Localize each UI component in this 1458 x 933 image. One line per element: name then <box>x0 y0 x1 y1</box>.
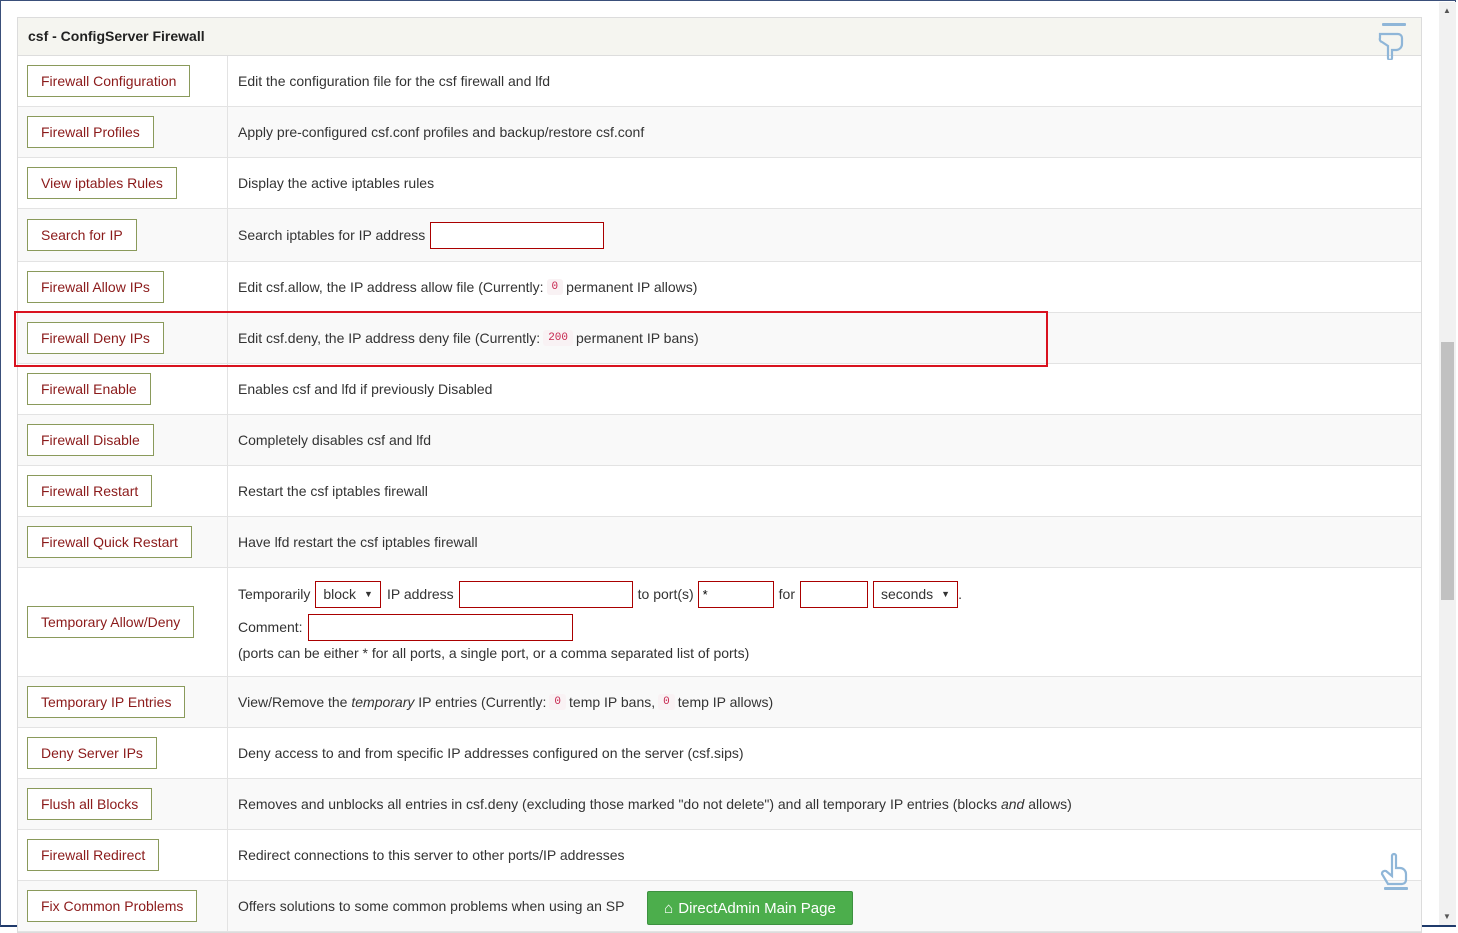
flush-desc-pre: Removes and unblocks all entries in csf.… <box>238 796 998 812</box>
row-description: Edit csf.allow, the IP address allow fil… <box>228 262 697 312</box>
row-description: Have lfd restart the csf iptables firewa… <box>238 534 478 550</box>
firewall-deny-ips-button[interactable]: Firewall Deny IPs <box>27 322 164 354</box>
table-row: Firewall Disable Completely disables csf… <box>18 415 1421 466</box>
firewall-profiles-button[interactable]: Firewall Profiles <box>27 116 154 148</box>
ip-address-label: IP address <box>386 586 454 602</box>
deny-count-badge: 200 <box>543 330 573 346</box>
table-row: Firewall Configuration Edit the configur… <box>18 56 1421 107</box>
table-row: Firewall Deny IPs Edit csf.deny, the IP … <box>18 313 1421 364</box>
ports-input[interactable] <box>697 580 774 608</box>
table-row: Firewall Allow IPs Edit csf.allow, the I… <box>18 262 1421 313</box>
scroll-top-hand-icon[interactable] <box>1374 20 1414 60</box>
action-select-value: block <box>323 586 357 602</box>
temporarily-label: Temporarily <box>238 586 311 602</box>
main-button-label: DirectAdmin Main Page <box>678 900 836 917</box>
view-iptables-rules-button[interactable]: View iptables Rules <box>27 167 177 199</box>
unit-select[interactable]: seconds ▼ <box>873 580 959 608</box>
table-row: Search for IP Search iptables for IP add… <box>18 209 1421 262</box>
firewall-quick-restart-button[interactable]: Firewall Quick Restart <box>27 526 192 558</box>
row-description: Redirect connections to this server to o… <box>238 847 625 863</box>
comment-label: Comment: <box>238 619 303 635</box>
firewall-redirect-button[interactable]: Firewall Redirect <box>27 839 160 871</box>
duration-input[interactable] <box>800 580 868 608</box>
firewall-allow-ips-button[interactable]: Firewall Allow IPs <box>27 271 164 303</box>
directadmin-main-page-button[interactable]: ⌂ DirectAdmin Main Page <box>647 891 853 925</box>
row-description: Enables csf and lfd if previously Disabl… <box>238 381 493 397</box>
temp-form: Temporarily block ▼ IP address to port(s)… <box>228 568 962 676</box>
row-description: Apply pre-configured csf.conf profiles a… <box>238 124 645 140</box>
table-row: Firewall Redirect Redirect connections t… <box>18 830 1421 881</box>
scroll-up-arrow-icon[interactable]: ▲ <box>1443 6 1451 15</box>
vertical-scrollbar[interactable]: ▲ ▼ <box>1439 2 1456 925</box>
temporary-allow-deny-button[interactable]: Temporary Allow/Deny <box>27 606 195 638</box>
row-description: Edit csf.deny, the IP address deny file … <box>228 313 699 363</box>
temp-entries-desc-pre: View/Remove the <box>238 694 348 710</box>
allow-desc-pre: Edit csf.allow, the IP address allow fil… <box>238 279 544 295</box>
flush-emphasis: and <box>1000 796 1025 812</box>
flush-all-blocks-button[interactable]: Flush all Blocks <box>27 788 153 820</box>
temp-allows-badge: 0 <box>658 694 675 710</box>
row-description: Display the active iptables rules <box>238 175 435 191</box>
panel-title: csf - ConfigServer Firewall <box>18 18 1421 56</box>
row-description: View/Remove the temporary IP entries (Cu… <box>228 677 773 727</box>
scroll-down-arrow-icon[interactable]: ▼ <box>1443 912 1451 921</box>
row-description: Completely disables csf and lfd <box>238 432 431 448</box>
scroll-bottom-hand-icon[interactable] <box>1376 852 1416 892</box>
table-row: Flush all Blocks Removes and unblocks al… <box>18 779 1421 830</box>
row-description: Search iptables for IP address <box>228 209 605 261</box>
ports-label: to port(s) <box>637 586 694 602</box>
table-row: View iptables Rules Display the active i… <box>18 158 1421 209</box>
firewall-configuration-button[interactable]: Firewall Configuration <box>27 65 191 97</box>
ports-note: (ports can be either * for all ports, a … <box>238 645 750 661</box>
row-description: Removes and unblocks all entries in csf.… <box>228 779 1072 829</box>
search-for-ip-button[interactable]: Search for IP <box>27 219 137 251</box>
deny-desc-post: permanent IP bans) <box>576 330 699 346</box>
for-label: for <box>778 586 795 602</box>
home-icon: ⌂ <box>664 900 674 917</box>
csf-panel: csf - ConfigServer Firewall Firewall Con… <box>17 17 1422 933</box>
search-ip-label: Search iptables for IP address <box>238 227 426 243</box>
table-row: Firewall Enable Enables csf and lfd if p… <box>18 364 1421 415</box>
unit-select-value: seconds <box>881 586 934 602</box>
row-description: Offers solutions to some common problems… <box>238 898 625 914</box>
chevron-down-icon: ▼ <box>364 589 373 599</box>
table-row: Firewall Restart Restart the csf iptable… <box>18 466 1421 517</box>
chevron-down-icon: ▼ <box>941 589 951 599</box>
temporary-ip-entries-button[interactable]: Temporary IP Entries <box>27 686 186 718</box>
temp-bans-badge: 0 <box>549 694 567 710</box>
action-select[interactable]: block ▼ <box>315 580 381 608</box>
allow-desc-post: permanent IP allows) <box>566 279 698 295</box>
row-description: Deny access to and from specific IP addr… <box>238 745 744 761</box>
temp-entries-desc-post: temp IP allows) <box>677 694 774 710</box>
table-row: Temporary Allow/Deny Temporarily block ▼ … <box>18 568 1421 677</box>
deny-server-ips-button[interactable]: Deny Server IPs <box>27 737 157 769</box>
fix-common-problems-button[interactable]: Fix Common Problems <box>27 890 198 922</box>
flush-desc-post: allows) <box>1028 796 1072 812</box>
temp-entries-desc-mid2: temp IP bans, <box>569 694 656 710</box>
table-row: Temporary IP Entries View/Remove the tem… <box>18 677 1421 728</box>
allow-count-badge: 0 <box>546 279 564 295</box>
comment-input[interactable] <box>307 613 573 641</box>
firewall-restart-button[interactable]: Firewall Restart <box>27 475 153 507</box>
row-description: Restart the csf iptables firewall <box>238 483 428 499</box>
firewall-enable-button[interactable]: Firewall Enable <box>27 373 151 405</box>
search-ip-input[interactable] <box>430 221 605 249</box>
temp-entries-desc-mid: IP entries (Currently: <box>418 694 547 710</box>
table-row: Firewall Profiles Apply pre-configured c… <box>18 107 1421 158</box>
temp-ip-input[interactable] <box>458 580 633 608</box>
period-text: . <box>958 586 962 602</box>
table-row: Deny Server IPs Deny access to and from … <box>18 728 1421 779</box>
temp-entries-emphasis: temporary <box>351 694 415 710</box>
firewall-disable-button[interactable]: Firewall Disable <box>27 424 154 456</box>
scrollbar-thumb[interactable] <box>1441 342 1454 600</box>
deny-desc-pre: Edit csf.deny, the IP address deny file … <box>238 330 541 346</box>
row-description: Edit the configuration file for the csf … <box>238 73 551 89</box>
table-row: Firewall Quick Restart Have lfd restart … <box>18 517 1421 568</box>
